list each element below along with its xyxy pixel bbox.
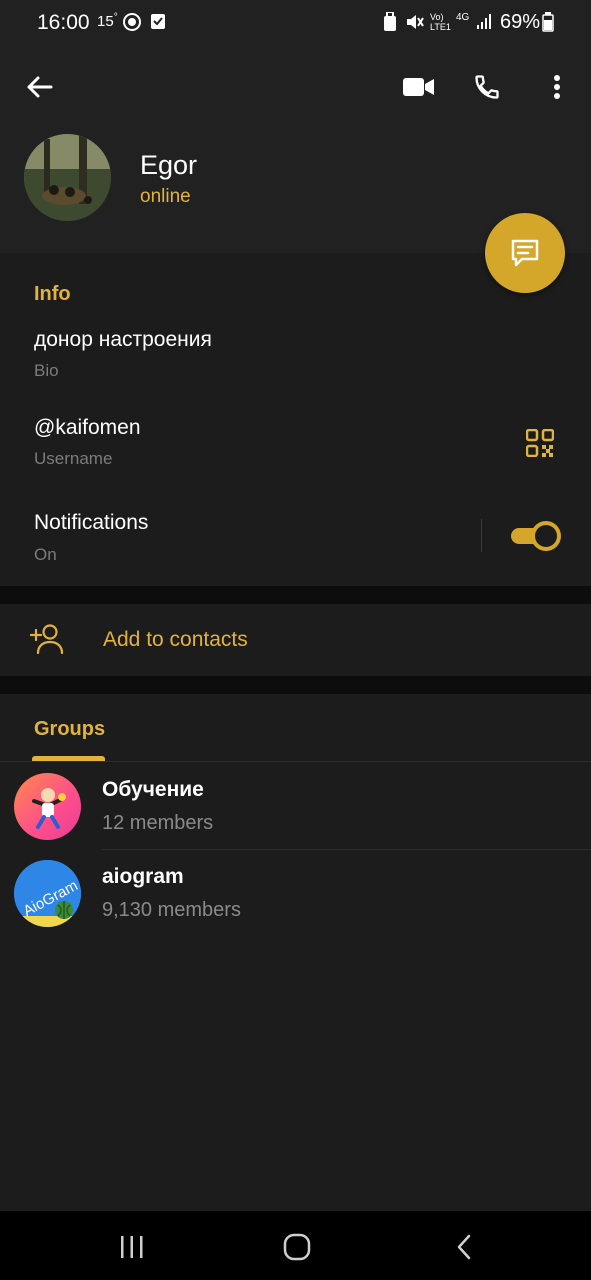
add-to-contacts-button[interactable]: Add to contacts <box>0 604 591 676</box>
profile-status: online <box>140 186 191 207</box>
more-vertical-icon <box>554 75 560 99</box>
tab-divider <box>0 761 591 762</box>
recent-apps-icon <box>121 1236 143 1258</box>
group-item-aiogram[interactable]: AioGram aiogram 9,130 members <box>0 850 591 937</box>
call-button[interactable] <box>468 68 506 106</box>
qr-code-button[interactable] <box>520 423 560 463</box>
add-to-contacts-label: Add to contacts <box>103 628 248 651</box>
section-gap <box>0 586 591 604</box>
info-section: Info донор настроения Bio @kaifomen User… <box>0 253 591 586</box>
battery-percent: 69% <box>500 11 541 33</box>
home-icon <box>283 1233 311 1261</box>
group-avatar <box>14 773 81 840</box>
group-name: Обучение <box>102 778 204 801</box>
status-temperature: 15° <box>97 12 118 30</box>
notifications-value: Notifications <box>34 511 149 534</box>
info-title: Info <box>34 283 71 305</box>
tab-groups[interactable]: Groups <box>34 718 105 741</box>
group-name: aiogram <box>102 865 184 888</box>
bio-value: донор настроения <box>34 328 212 351</box>
group-avatar-image: AioGram <box>14 860 81 927</box>
group-members: 9,130 members <box>102 899 241 921</box>
record-icon <box>123 13 141 31</box>
recent-apps-button[interactable] <box>110 1229 154 1265</box>
message-button[interactable] <box>485 213 565 293</box>
qr-code-icon <box>526 429 554 457</box>
volte-indicator: Vo) LTE1 <box>430 12 451 32</box>
phone-icon <box>475 75 499 99</box>
status-bar: 16:00 15° Vo) LTE1 4G 69% <box>0 0 591 46</box>
notifications-label: On <box>34 545 57 564</box>
status-time: 16:00 <box>37 11 90 34</box>
group-avatar: AioGram <box>14 860 81 927</box>
message-icon <box>511 239 539 267</box>
notifications-toggle[interactable] <box>511 521 561 551</box>
group-members: 12 members <box>102 812 214 834</box>
clipboard-check-icon <box>151 14 165 29</box>
arrow-left-icon <box>27 76 53 98</box>
signal-icon <box>477 14 491 29</box>
group-item-obuchenie[interactable]: Обучение 12 members <box>0 763 591 850</box>
video-camera-icon <box>403 78 434 96</box>
bio-row[interactable]: донор настроения Bio <box>0 319 591 389</box>
bio-label: Bio <box>34 361 59 380</box>
avatar-painting-image <box>24 134 111 221</box>
alarm-lock-icon <box>384 12 396 31</box>
notifications-row[interactable]: Notifications On <box>0 503 480 573</box>
group-avatar-image <box>32 788 66 829</box>
add-user-icon <box>30 624 64 655</box>
network-type: 4G <box>456 12 470 23</box>
username-value: @kaifomen <box>34 416 141 439</box>
username-label: Username <box>34 449 113 468</box>
video-call-button[interactable] <box>400 68 438 106</box>
battery-icon <box>542 12 554 32</box>
section-gap <box>0 676 591 694</box>
back-nav-button[interactable] <box>442 1229 486 1265</box>
back-button[interactable] <box>20 68 58 106</box>
username-row[interactable]: @kaifomen Username <box>0 407 591 477</box>
groups-section: Groups Обучение 12 members AioGram aiogr… <box>0 694 591 1211</box>
mute-icon <box>407 15 424 29</box>
system-nav-bar <box>0 1211 591 1280</box>
profile-name: Egor <box>140 150 198 180</box>
chevron-left-icon <box>457 1234 471 1260</box>
more-menu-button[interactable] <box>540 68 574 106</box>
home-button[interactable] <box>275 1229 319 1265</box>
profile-avatar[interactable] <box>24 134 111 221</box>
notifications-divider <box>481 519 482 552</box>
